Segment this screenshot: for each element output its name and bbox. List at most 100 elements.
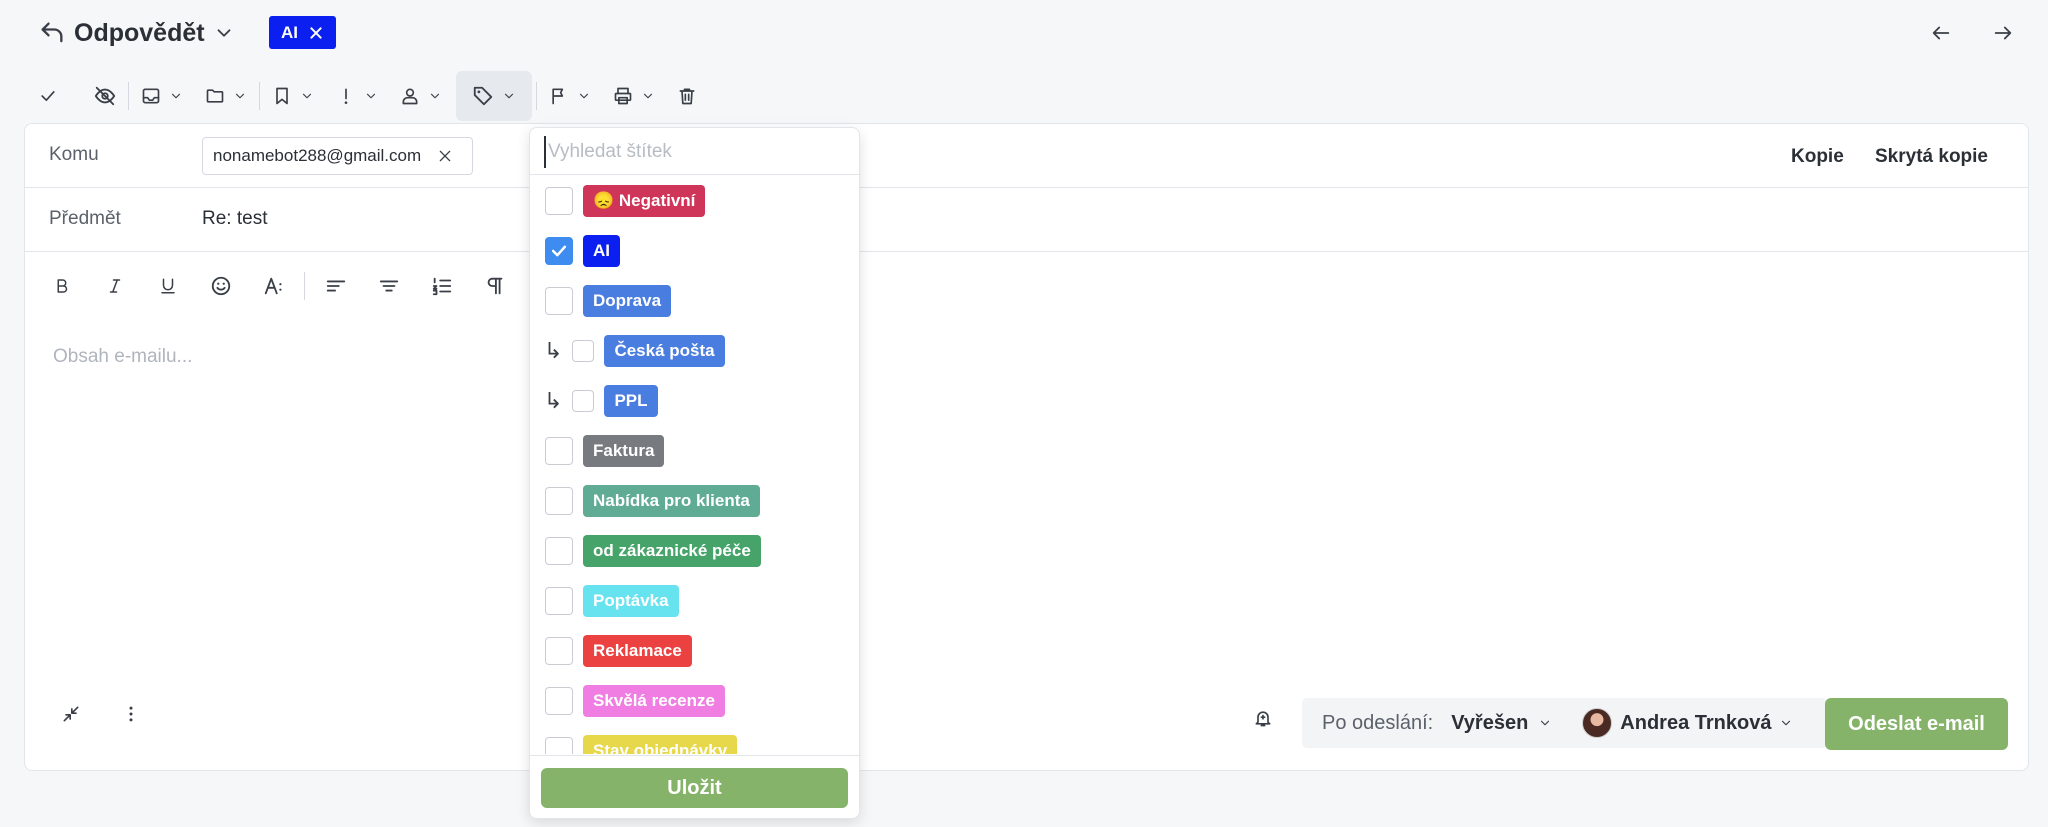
paragraph-button[interactable] <box>468 266 521 306</box>
applied-tag-chip: AI <box>269 16 336 49</box>
chevron-down-icon <box>1538 716 1552 730</box>
save-tags-button[interactable]: Uložit <box>541 768 848 808</box>
cc-button[interactable]: Kopie <box>1791 146 1844 168</box>
hide-button[interactable] <box>86 71 124 121</box>
numbered-list-icon <box>431 275 453 297</box>
tag-option[interactable]: Reklamace <box>530 626 859 676</box>
align-left-button[interactable] <box>309 266 362 306</box>
bookmark-dropdown[interactable] <box>264 71 322 121</box>
close-icon[interactable] <box>437 148 453 164</box>
italic-button[interactable] <box>88 266 141 306</box>
editor-actions <box>61 704 141 724</box>
tag-checkbox[interactable] <box>545 587 573 615</box>
tag-option-child[interactable]: ↳ Česká pošta <box>530 326 859 376</box>
tag-option[interactable]: Nabídka pro klienta <box>530 476 859 526</box>
applied-tag-label: AI <box>281 22 298 42</box>
align-center-button[interactable] <box>362 266 415 306</box>
bcc-button[interactable]: Skrytá kopie <box>1875 146 1988 168</box>
tag-checkbox[interactable] <box>545 537 573 565</box>
align-center-icon <box>378 275 400 297</box>
format-divider <box>304 272 305 300</box>
chevron-down-icon <box>169 89 183 103</box>
after-send-label: Po odeslání: <box>1322 711 1434 734</box>
tag-option[interactable]: AI <box>530 226 859 276</box>
tag-checkbox[interactable] <box>545 687 573 715</box>
italic-icon <box>106 277 124 295</box>
tag-label: Reklamace <box>583 635 692 667</box>
tag-option[interactable]: Poptávka <box>530 576 859 626</box>
chevron-down-icon <box>1779 716 1793 730</box>
tag-checkbox[interactable] <box>572 340 595 362</box>
assignee-name: Andrea Trnková <box>1620 711 1772 734</box>
previous-message-button[interactable] <box>1926 18 1956 48</box>
reply-mode-label: Odpovědět <box>74 18 205 47</box>
tag-search-input[interactable] <box>544 136 844 168</box>
numbered-list-button[interactable] <box>415 266 468 306</box>
resolve-button[interactable] <box>30 71 66 121</box>
tag-checkbox[interactable] <box>545 487 573 515</box>
tag-checkbox[interactable] <box>545 237 573 265</box>
reply-mode-button[interactable]: Odpovědět <box>38 14 235 52</box>
assignee-dropdown[interactable] <box>392 71 450 121</box>
inbox-dropdown[interactable] <box>133 71 191 121</box>
bookmark-icon <box>272 86 292 106</box>
tag-checkbox[interactable] <box>572 390 595 412</box>
email-body-editor[interactable]: Obsah e-mailu... <box>53 346 192 368</box>
tag-checkbox[interactable] <box>545 737 573 754</box>
tag-option[interactable]: Faktura <box>530 426 859 476</box>
reminder-button[interactable] <box>1253 708 1273 728</box>
tag-checkbox[interactable] <box>545 187 573 215</box>
assignee-select[interactable]: Andrea Trnková <box>1582 708 1793 738</box>
tag-option[interactable]: 😞 Negativní <box>530 176 859 226</box>
tag-checkbox[interactable] <box>545 637 573 665</box>
format-toolbar <box>35 266 521 306</box>
text-size-icon <box>263 275 285 297</box>
tag-checkbox[interactable] <box>545 437 573 465</box>
avatar <box>1582 708 1613 738</box>
arrow-left-icon <box>1930 22 1952 44</box>
priority-dropdown[interactable] <box>328 71 386 121</box>
chevron-down-icon <box>577 89 591 103</box>
chevron-down-icon <box>428 89 442 103</box>
more-options-button[interactable] <box>121 704 141 724</box>
print-dropdown[interactable] <box>605 71 663 121</box>
tag-option[interactable]: Skvělá recenze <box>530 676 859 726</box>
send-email-button[interactable]: Odeslat e-mail <box>1825 698 2008 750</box>
tag-icon <box>472 85 494 107</box>
text-size-button[interactable] <box>247 266 300 306</box>
chevron-down-icon <box>364 89 378 103</box>
status-select[interactable]: Vyřešen <box>1451 712 1552 735</box>
bold-button[interactable] <box>35 266 88 306</box>
after-send-panel: Po odeslání: Vyřešen Andrea Trnková <box>1302 698 1827 748</box>
tag-label: Česká pošta <box>604 335 725 367</box>
tag-option[interactable]: Stav objednávky <box>530 726 859 754</box>
folder-dropdown[interactable] <box>197 71 255 121</box>
flag-icon <box>549 86 569 106</box>
toolbar-divider <box>128 82 129 110</box>
arrow-right-icon <box>1992 22 2014 44</box>
collapse-button[interactable] <box>61 704 81 724</box>
delete-button[interactable] <box>669 71 705 121</box>
chevron-down-icon <box>300 89 314 103</box>
tag-label: Skvělá recenze <box>583 685 725 717</box>
bold-icon <box>53 277 71 295</box>
subject-field[interactable]: Re: test <box>202 208 267 230</box>
tag-label: od zákaznické péče <box>583 535 761 567</box>
more-vertical-icon <box>121 704 141 724</box>
next-message-button[interactable] <box>1988 18 2018 48</box>
chevron-down-icon <box>641 89 655 103</box>
inbox-icon <box>141 86 161 106</box>
to-label: Komu <box>49 144 99 165</box>
tag-list: 😞 Negativní AI Doprava ↳ Česká pošta ↳ PPL Fakt… <box>530 176 859 754</box>
tag-option-child[interactable]: ↳ PPL <box>530 376 859 426</box>
back-reply-icon <box>38 19 66 47</box>
emoji-button[interactable] <box>194 266 247 306</box>
tag-dropdown-button[interactable] <box>456 71 532 121</box>
close-icon[interactable] <box>308 25 324 41</box>
flag-dropdown[interactable] <box>541 71 599 121</box>
tag-option[interactable]: Doprava <box>530 276 859 326</box>
tag-option[interactable]: od zákaznické péče <box>530 526 859 576</box>
tag-checkbox[interactable] <box>545 287 573 315</box>
recipient-chip[interactable]: nonamebot288@gmail.com <box>202 137 473 175</box>
underline-button[interactable] <box>141 266 194 306</box>
